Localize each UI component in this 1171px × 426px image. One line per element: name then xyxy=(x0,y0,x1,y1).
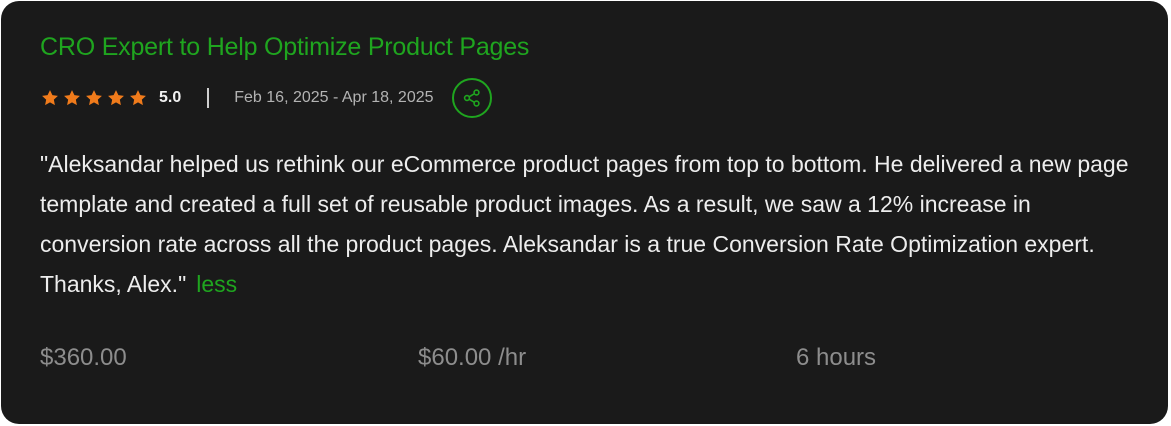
share-icon xyxy=(463,89,480,107)
job-title-link[interactable]: CRO Expert to Help Optimize Product Page… xyxy=(40,33,529,62)
job-meta-row: 5.0 Feb 16, 2025 - Apr 18, 2025 xyxy=(40,78,492,118)
share-button[interactable] xyxy=(451,78,492,118)
job-history-card: CRO Expert to Help Optimize Product Page… xyxy=(1,1,1168,424)
job-date-range: Feb 16, 2025 - Apr 18, 2025 xyxy=(234,89,434,106)
star-icon xyxy=(64,90,80,106)
star-icon xyxy=(108,90,124,106)
job-hours: 6 hours xyxy=(796,344,877,371)
job-total-earned: $360.00 xyxy=(40,344,127,371)
rating-stars xyxy=(40,88,148,108)
star-icon xyxy=(42,90,58,106)
less-link[interactable]: less xyxy=(196,271,237,297)
job-hourly-rate: $60.00 /hr xyxy=(418,344,527,371)
star-icon xyxy=(130,90,146,106)
client-review: "Aleksandar helped us rethink our eComme… xyxy=(40,144,1130,304)
star-icon xyxy=(86,90,102,106)
rating-value: 5.0 xyxy=(159,89,182,106)
meta-divider xyxy=(207,88,210,108)
